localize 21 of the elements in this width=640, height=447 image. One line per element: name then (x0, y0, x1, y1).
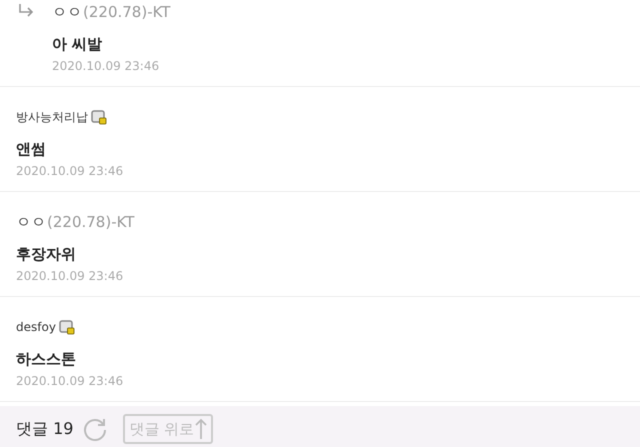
nickname: ㅇㅇ (52, 2, 82, 23)
ip-address: (220.78)-KT (47, 212, 134, 233)
up-arrow-icon (195, 418, 208, 440)
comment-text: 후장자위 (16, 244, 77, 264)
ip-address: (220.78)-KT (83, 2, 170, 23)
comment-date: 2020.10.09 23:46 (16, 163, 124, 179)
comment-date: 2020.10.09 23:46 (16, 373, 124, 389)
comment-date: 2020.10.09 23:46 (16, 268, 124, 284)
nickname: ㅇㅇ (16, 212, 46, 233)
member-icon (58, 320, 75, 334)
comment-text: 앤썸 (16, 139, 47, 159)
nickname: 방사능처리납 (16, 109, 88, 126)
member-icon (91, 110, 107, 124)
refresh-icon (82, 416, 108, 442)
comment-text: 아 씨발 (52, 34, 104, 54)
nickname: desfoy (16, 319, 56, 336)
comment-text: 하스스톤 (16, 349, 77, 369)
comment-date: 2020.10.09 23:46 (52, 58, 160, 74)
comment-count: 댓글 19 (16, 418, 74, 440)
scroll-to-comments-top-button[interactable]: 댓글 위로 (123, 414, 214, 444)
reply-arrow-icon (18, 4, 34, 18)
